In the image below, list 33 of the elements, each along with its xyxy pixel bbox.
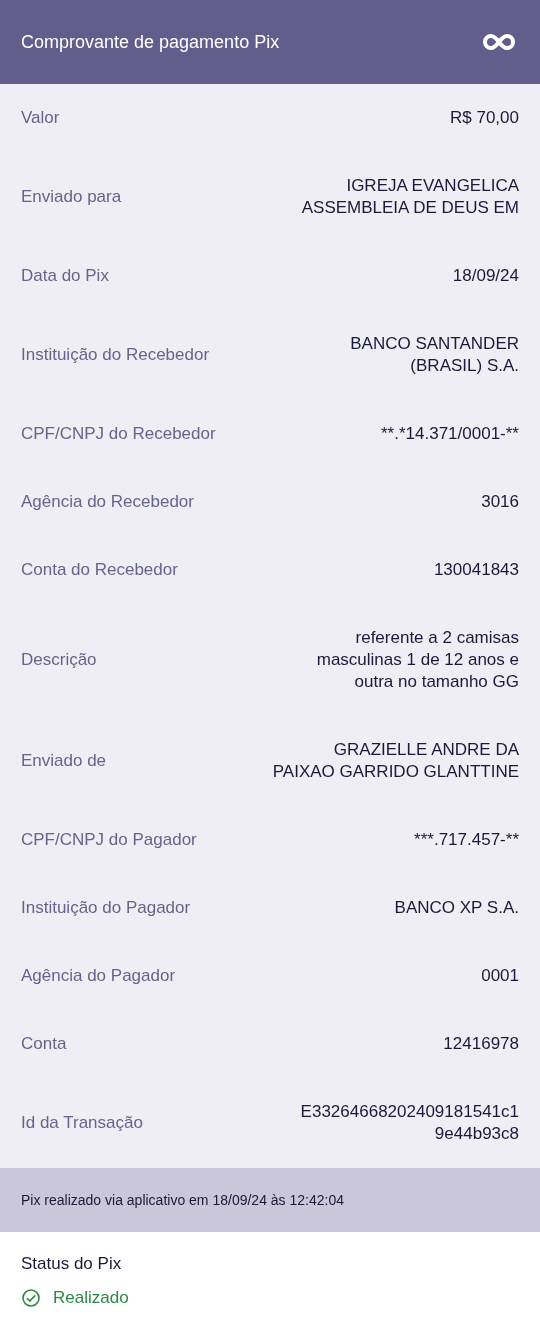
status-title: Status do Pix [21, 1254, 123, 1274]
detail-label: Enviado de [21, 750, 107, 772]
detail-value: referente a 2 camisas masculinas 1 de 12 anos e outra no tamanho GG [316, 627, 519, 693]
header-title: Comprovante de pagamento Pix [21, 31, 280, 53]
detail-label: Instituição do Recebedor [21, 344, 210, 366]
detail-value: GRAZIELLE ANDRE DA PAIXAO GARRIDO GLANTTINE [272, 739, 519, 783]
detail-label: Descrição [21, 649, 97, 671]
detail-label: Enviado para [21, 186, 122, 208]
detail-value: 0001 [481, 965, 519, 987]
status-value: Realizado [53, 1288, 129, 1308]
detail-label: Conta [21, 1033, 67, 1055]
detail-label: CPF/CNPJ do Recebedor [21, 423, 216, 445]
detail-value: BANCO XP S.A. [394, 897, 519, 919]
detail-value: BANCO SANTANDER (BRASIL) S.A. [350, 333, 519, 377]
detail-label: Instituição do Pagador [21, 897, 191, 919]
detail-value: ***.717.457-** [414, 829, 519, 851]
detail-value: E33264668202409181541c1 9e44b93c8 [300, 1101, 519, 1145]
detail-value: 3016 [481, 491, 519, 513]
detail-label: Agência do Recebedor [21, 491, 194, 513]
detail-label: CPF/CNPJ do Pagador [21, 829, 197, 851]
footer-note: Pix realizado via aplicativo em 18/09/24 às 12:42:04 [21, 1192, 344, 1208]
detail-label: Conta do Recebedor [21, 559, 178, 581]
detail-label: Agência do Pagador [21, 965, 176, 987]
detail-label: Valor [21, 107, 60, 129]
detail-value: R$ 70,00 [450, 107, 519, 129]
detail-value: 12416978 [443, 1033, 519, 1055]
infinity-icon [482, 33, 516, 51]
detail-value: 18/09/24 [452, 265, 519, 287]
detail-value: **.*14.371/0001-** [381, 423, 519, 445]
detail-value: 130041843 [433, 559, 519, 581]
detail-label: Id da Transação [21, 1112, 143, 1134]
detail-value: IGREJA EVANGELICA ASSEMBLEIA DE DEUS EM [301, 175, 519, 219]
detail-label: Data do Pix [21, 265, 109, 287]
